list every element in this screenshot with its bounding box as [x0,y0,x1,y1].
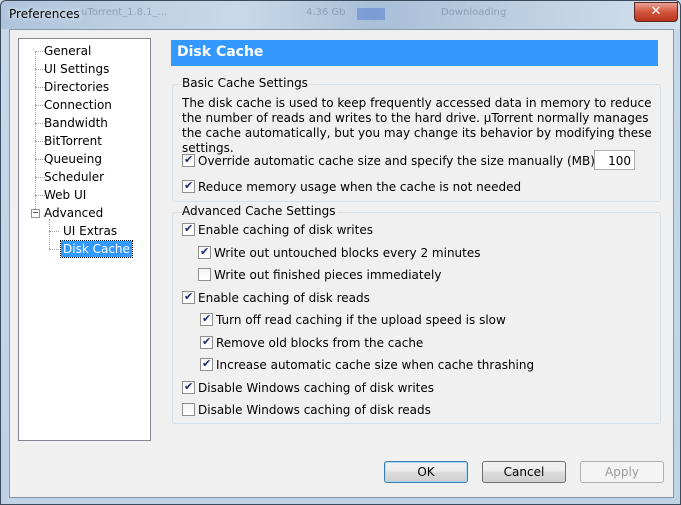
tree-item-directories[interactable]: Directories [42,79,111,95]
disable-windows-read-caching-label: Disable Windows caching of disk reads [198,403,431,417]
advanced-cache-legend: Advanced Cache Settings [180,204,338,218]
tree-line [35,51,36,215]
increase-cache-size-label: Increase automatic cache size when cache… [216,358,535,372]
client-area: − General UI Settings Directories Connec… [9,29,674,498]
background-text-2: 4.36 Gb [306,7,346,18]
window-title: Preferences [9,7,80,21]
reduce-memory-label: Reduce memory usage when the cache is no… [198,180,522,194]
collapse-icon[interactable]: − [31,209,40,218]
page-header: Disk Cache [171,40,658,66]
ok-button[interactable]: OK [384,461,468,483]
write-untouched-blocks-label: Write out untouched blocks every 2 minut… [214,246,481,260]
tree-line [49,231,59,232]
write-finished-pieces-label: Write out finished pieces immediately [214,268,442,282]
turn-off-read-caching-label: Turn off read caching if the upload spee… [216,313,506,327]
background-text-3: Downloading [441,7,507,18]
tree-item-disk-cache[interactable]: Disk Cache [60,240,133,258]
background-text-1: uTorrent_1.8.1_... [81,7,168,18]
tree-line [49,249,59,250]
cancel-button[interactable]: Cancel [482,461,566,483]
increase-cache-size-checkbox[interactable] [200,356,213,372]
preferences-window: Preferences uTorrent_1.8.1_... 4.36 Gb D… [0,0,681,505]
tree-item-advanced[interactable]: Advanced [42,205,105,221]
override-cache-label: Override automatic cache size and specif… [198,154,599,168]
close-icon: ✕ [650,4,662,19]
basic-cache-description: The disk cache is used to keep frequentl… [182,96,652,155]
tree-item-web-ui[interactable]: Web UI [42,187,88,203]
disable-windows-write-caching-checkbox[interactable] [182,379,195,395]
enable-read-caching-checkbox[interactable] [182,289,195,305]
override-cache-checkbox[interactable] [182,152,195,168]
write-finished-pieces-checkbox[interactable] [198,268,211,281]
title-bar[interactable]: Preferences uTorrent_1.8.1_... 4.36 Gb D… [1,1,680,29]
tree-item-scheduler[interactable]: Scheduler [42,169,106,185]
tree-line [49,219,50,249]
turn-off-read-caching-checkbox[interactable] [200,311,213,327]
disable-windows-write-caching-label: Disable Windows caching of disk writes [198,381,435,395]
enable-read-caching-label: Enable caching of disk reads [198,291,370,305]
disable-windows-read-caching-checkbox[interactable] [182,403,195,416]
tree-item-bittorrent[interactable]: BitTorrent [42,133,104,149]
apply-button[interactable]: Apply [580,461,664,483]
tree-item-bandwidth[interactable]: Bandwidth [42,115,110,131]
cache-size-input[interactable]: 100 [594,150,635,170]
page-title: Disk Cache [177,44,264,60]
tree-item-ui-settings[interactable]: UI Settings [42,61,111,77]
tree-item-connection[interactable]: Connection [42,97,114,113]
remove-old-blocks-checkbox[interactable] [200,334,213,350]
reduce-memory-checkbox[interactable] [182,178,195,194]
background-highlight [357,8,385,20]
tree-item-general[interactable]: General [42,43,93,59]
remove-old-blocks-label: Remove old blocks from the cache [216,336,424,350]
enable-write-caching-checkbox[interactable] [182,221,195,237]
write-untouched-blocks-checkbox[interactable] [198,244,211,260]
tree-item-queueing[interactable]: Queueing [42,151,104,167]
category-tree[interactable]: − General UI Settings Directories Connec… [18,38,151,441]
basic-cache-legend: Basic Cache Settings [180,76,310,90]
tree-item-ui-extras[interactable]: UI Extras [61,223,119,239]
close-button[interactable]: ✕ [634,2,678,22]
enable-write-caching-label: Enable caching of disk writes [198,223,373,237]
